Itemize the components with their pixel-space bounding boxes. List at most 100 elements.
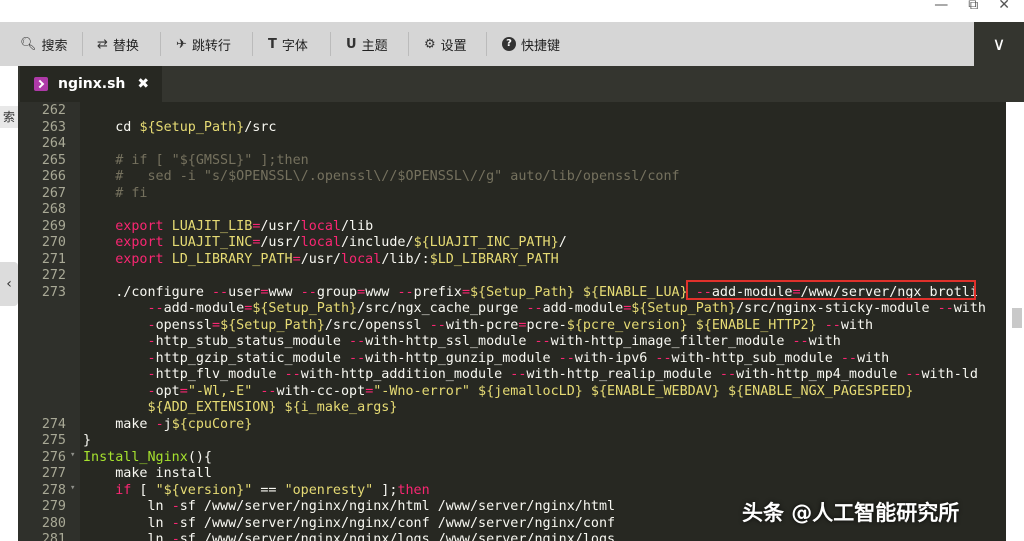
code-line: ${ADD_EXTENSION} ${i_make_args} [18,400,1006,417]
code-token: - [83,367,156,382]
toolbar-label: 设置 [440,38,467,54]
expand-toolbar-button[interactable]: ∨ [974,22,1024,66]
left-panel-strip: 索 ‹ [0,66,18,541]
code-token: /usr/ [260,218,301,234]
code-line: 268 [18,202,1006,219]
toolbar-label: 跳转行 [191,38,231,54]
code-token: opt [155,383,180,399]
line-number: 281 [41,532,66,541]
code-token: ${Setup_Path} [220,317,325,333]
code-line: -openssl=${Setup_Path}/src/openssl --wit… [18,318,1006,335]
code-token: make install [83,466,212,481]
code-line: -http_flv_module -- with-http_addition_mo… [18,367,1006,384]
code-token: - [83,317,156,333]
toolbar-shortcuts-button[interactable]: ? 快捷键 [502,34,560,54]
code-token: = [212,317,221,333]
toolbar-font-button[interactable]: T 字体 [268,34,308,54]
code-token: ${pcre_version} ${ENABLE_HTTP2} [566,317,817,333]
code-token: user [228,284,261,300]
code-token: } [83,433,92,448]
code-token: -- [212,284,229,300]
code-token: openssl [155,317,212,333]
code-token: -- [840,350,857,366]
code-text: export LD_LIBRARY_PATH=/usr/local/lib/:$… [83,252,558,267]
vertical-scrollbar[interactable] [1006,102,1024,541]
code-token: group [316,284,358,300]
code-line: -http_gzip_static_module --with-http_gun… [18,351,1006,368]
close-tab-icon[interactable]: ✖ [137,76,149,92]
code-text: -http_gzip_static_module --with-http_gun… [83,351,889,366]
toolbar-theme-button[interactable]: U 主题 [346,34,388,54]
toolbar-divider [486,32,487,56]
line-number: 267 [41,185,66,201]
code-text: -http_stub_status_module --with-http_ssl… [83,334,840,349]
code-token: add-module [163,301,245,316]
code-token: prefix [413,284,462,300]
code-line: 269 export LUAJIT_LIB=/usr/local/lib [18,219,1006,236]
replace-icon: ⇄ [97,36,108,52]
code-token: with-ipv6 [574,350,656,366]
code-token: /src [244,119,277,135]
code-token: -- [792,334,809,349]
code-token: with-http_addition_module [300,367,511,382]
code-text: ln -sf /www/server/nginx/nginx/conf /www… [83,516,615,531]
code-token: ./configure [83,284,212,300]
collapse-panel-arrow-icon[interactable]: ‹ [0,262,18,306]
fold-toggle-icon[interactable]: ▾ [70,450,75,460]
code-token: export [83,218,172,234]
code-token: # sed -i "s/$OPENSSL\/.openssl\//$OPENSS… [83,169,680,184]
code-token: # if [ "${GMSSL}" ];then [83,152,309,168]
code-token: ${LUAJIT_INC_PATH} [413,235,559,250]
code-token: -- [526,301,543,316]
code-token: = [792,284,801,300]
code-line: --add-module=${Setup_Path}/src/ngx_cache… [18,301,1006,318]
code-token: local [300,235,341,250]
toolbar-divider [160,32,161,56]
maximize-button[interactable]: ⧉ [968,0,978,13]
code-token: ln [83,499,172,514]
code-text: if [ "${version}" == "openresty" ];then [83,482,429,498]
minimize-button[interactable]: — [934,0,948,13]
code-text: ./configure --user=www --group=www --pre… [83,285,978,300]
line-number: 264 [41,136,66,151]
code-line: 276 ▾ Install_Nginx(){ [18,450,1006,467]
code-token: -- [349,334,366,349]
code-editor[interactable]: 262 263 cd ${Setup_Path}/src 264 265 # if [… [18,102,1006,541]
code-line: 266 # sed -i "s/$OPENSSL\/.openssl\//$OP… [18,169,1006,186]
code-token: with-ld [921,367,978,382]
code-token: ln [83,532,172,541]
code-token: -- [905,367,922,382]
scrollbar-thumb[interactable] [1012,308,1022,328]
close-window-button[interactable]: ✕ [998,0,1010,13]
code-token: http_flv_module [155,367,285,382]
code-line: 270 export LUAJIT_INC=/usr/local/include… [18,235,1006,252]
code-line: 263 cd ${Setup_Path}/src [18,120,1006,137]
code-token: = [357,284,366,300]
code-token: -- [937,301,954,316]
code-token: if [83,482,132,498]
shell-file-icon [34,77,48,91]
line-number: 278 [41,482,66,498]
code-text: ln -sf /www/server/nginx/nginx/html /www… [83,499,615,514]
toolbar-goto-line-button[interactable]: ✈ 跳转行 [176,34,231,54]
code-token: ${ADD_EXTENSION} ${i_make_args} [83,400,398,415]
tab-nginx-sh[interactable]: nginx.sh ✖ [20,66,162,102]
line-number: 273 [41,284,66,300]
toolbar-divider [82,32,83,56]
toolbar-settings-button[interactable]: ⚙ 设置 [424,34,467,54]
fold-toggle-icon[interactable]: ▾ [70,483,75,493]
code-token: /www/server/ngx_brotli [800,284,978,300]
code-token: # fi [83,185,148,201]
code-token: "openresty" [284,482,374,498]
code-token: with-http_image_filter_module [550,334,793,349]
code-token: LUAJIT_LIB [171,218,253,234]
code-text: ${ADD_EXTENSION} ${i_make_args} [83,400,397,415]
toolbar-search-button[interactable]: 🔍︎ 搜索 [20,34,68,54]
toolbar-divider [330,32,331,56]
code-line: 267 # fi [18,186,1006,203]
editor-toolbar: 🔍︎ 搜索 ⇄ 替换 ✈ 跳转行 T 字体 U 主题 ⚙ 设置 ? 快捷键 [0,22,1024,67]
code-token: Install_Nginx [83,449,188,465]
code-token: sf /www/server/nginx/nginx/conf /www/ser… [179,515,616,531]
code-token: sf /www/server/nginx/nginx/html /www/ser… [179,499,616,514]
toolbar-replace-button[interactable]: ⇄ 替换 [97,34,139,54]
